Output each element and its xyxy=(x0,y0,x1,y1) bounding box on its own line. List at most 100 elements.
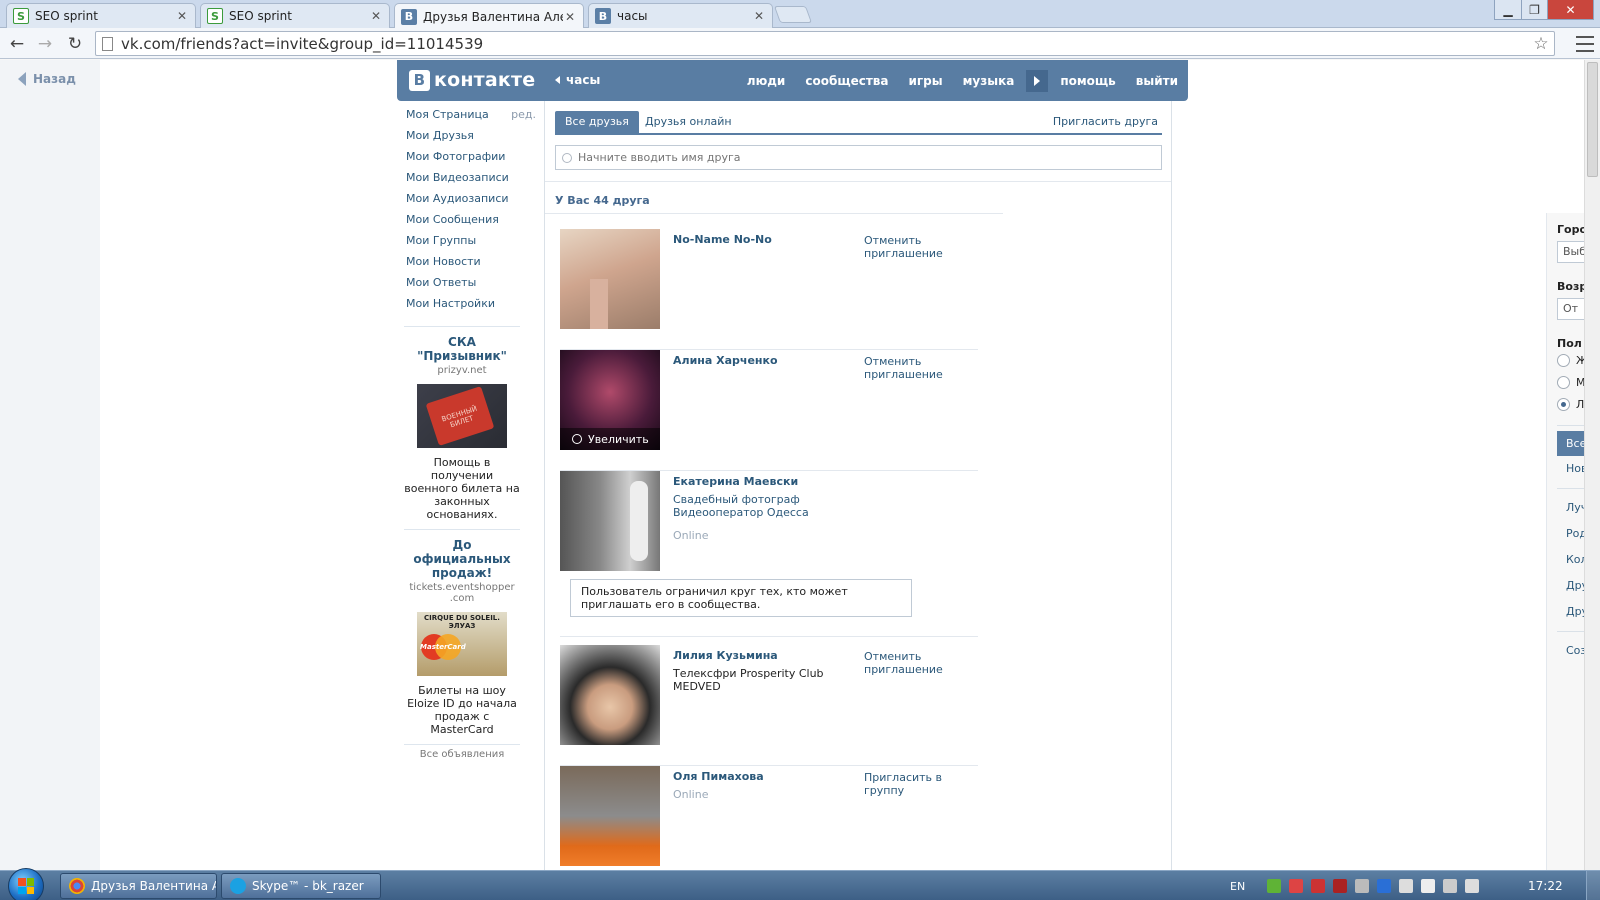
reload-icon[interactable]: ↻ xyxy=(63,32,87,56)
menu-item-my-settings[interactable]: Мои Настройки xyxy=(406,295,536,316)
window-close-button[interactable]: ✕ xyxy=(1547,0,1594,20)
ad-title[interactable]: СКА "Призывник" xyxy=(404,335,520,363)
page-scrollbar[interactable] xyxy=(1584,60,1600,870)
friend-search-input[interactable] xyxy=(578,151,1161,164)
list-all-friends[interactable]: Все друзья xyxy=(1557,431,1584,456)
bluetooth-icon[interactable] xyxy=(1377,879,1392,893)
minimize-button[interactable]: ▁ xyxy=(1494,0,1522,20)
network-warning-icon[interactable] xyxy=(1289,879,1304,893)
taskbar-skype[interactable]: Skype™ - bk_razer xyxy=(221,873,381,899)
power-icon[interactable] xyxy=(1421,879,1436,893)
list-school-friends[interactable]: Друзья по школе xyxy=(1557,599,1584,624)
ad-block-prizyv[interactable]: СКА "Призывник" prizyv.net ВОЕННЫЙ БИЛЕТ… xyxy=(404,326,520,521)
ad-image-cirque[interactable]: CIRQUE DU SOLEIL. ЭЛУАЗ MasterCard xyxy=(417,612,507,676)
browser-tab-vk-chasy[interactable]: B часы ✕ xyxy=(588,3,773,28)
friend-name[interactable]: Оля Пимахова xyxy=(673,770,764,783)
url-input[interactable] xyxy=(121,34,1528,53)
list-best-friends[interactable]: Лучшие друзья xyxy=(1557,495,1584,520)
browser-menu-icon[interactable] xyxy=(1576,34,1594,54)
volume-icon[interactable] xyxy=(1465,879,1480,893)
menu-item-my-videos[interactable]: Мои Видеозаписи xyxy=(406,169,536,190)
restore-button[interactable]: ❐ xyxy=(1521,0,1548,20)
friend-name[interactable]: Лилия Кузьмина xyxy=(673,649,778,662)
cancel-invite-link[interactable]: Отменить приглашение xyxy=(864,234,984,260)
tab-all-friends[interactable]: Все друзья xyxy=(555,111,639,133)
close-icon[interactable]: ✕ xyxy=(563,10,577,24)
zoom-button[interactable]: Увеличить xyxy=(560,428,660,450)
nav-help[interactable]: помощь xyxy=(1050,74,1125,88)
browser-tab-seo-sprint-2[interactable]: S SEO sprint ✕ xyxy=(200,3,390,28)
cancel-invite-link[interactable]: Отменить приглашение xyxy=(864,355,984,381)
forward-arrow-icon[interactable]: → xyxy=(33,32,57,56)
bookmark-star-icon[interactable]: ☆ xyxy=(1528,34,1554,54)
browser-tab-vk-friends[interactable]: B Друзья Валентина Алекс ✕ xyxy=(394,3,584,29)
nav-communities[interactable]: сообщества xyxy=(795,74,898,88)
menu-item-my-groups[interactable]: Мои Группы xyxy=(406,232,536,253)
menu-item-my-photos[interactable]: Мои Фотографии xyxy=(406,148,536,169)
vk-logo[interactable]: В контакте xyxy=(409,69,535,91)
menu-item-my-page[interactable]: Моя Страница ред. xyxy=(406,106,536,127)
close-icon[interactable]: ✕ xyxy=(369,9,383,23)
create-list-link[interactable]: Создать список xyxy=(1557,638,1584,663)
invite-friend-link[interactable]: Пригласить друга xyxy=(1053,111,1158,133)
age-from-select[interactable]: От xyxy=(1557,298,1584,320)
city-select[interactable]: Выбор города xyxy=(1557,241,1584,263)
language-indicator[interactable]: EN xyxy=(1230,880,1245,893)
invite-to-group-link[interactable]: Пригласить в группу xyxy=(864,771,984,797)
menu-item-my-audio[interactable]: Мои Аудиозаписи xyxy=(406,190,536,211)
scrollbar-thumb[interactable] xyxy=(1587,62,1598,177)
nav-games[interactable]: игры xyxy=(899,74,953,88)
menu-item-my-answers[interactable]: Мои Ответы xyxy=(406,274,536,295)
radio-any[interactable]: Любой xyxy=(1557,398,1584,411)
friend-avatar[interactable] xyxy=(560,645,660,745)
vk-breadcrumb[interactable]: часы xyxy=(555,73,600,87)
friend-avatar[interactable]: Увеличить xyxy=(560,350,660,450)
friend-name[interactable]: Екатерина Маевски xyxy=(673,475,798,488)
close-icon[interactable]: ✕ xyxy=(752,9,766,23)
zoom-icon xyxy=(572,434,582,444)
ad-block-eventshopper[interactable]: До официальных продаж! tickets.eventshop… xyxy=(404,529,520,736)
ad-image-military-ticket[interactable]: ВОЕННЫЙ БИЛЕТ xyxy=(417,384,507,448)
monitor-icon[interactable] xyxy=(1333,879,1348,893)
music-play-icon[interactable] xyxy=(1026,70,1049,92)
clock[interactable]: 17:22 xyxy=(1528,879,1563,893)
list-colleagues[interactable]: Коллеги xyxy=(1557,547,1584,572)
radio-female[interactable]: Женский xyxy=(1557,354,1584,367)
list-university-friends[interactable]: Друзья по вузу xyxy=(1557,573,1584,598)
app-icon[interactable] xyxy=(1311,879,1326,893)
friend-avatar[interactable] xyxy=(560,766,660,866)
back-link[interactable]: Назад xyxy=(18,72,76,86)
speaker-icon[interactable] xyxy=(1355,879,1370,893)
list-relatives[interactable]: Родственники xyxy=(1557,521,1584,546)
menu-item-my-messages[interactable]: Мои Сообщения xyxy=(406,211,536,232)
list-new-friends[interactable]: Новые друзья xyxy=(1557,456,1584,481)
menu-item-my-news[interactable]: Мои Новости xyxy=(406,253,536,274)
tab-friends-online[interactable]: Друзья онлайн xyxy=(635,111,742,133)
cancel-invite-link[interactable]: Отменить приглашение xyxy=(864,650,984,676)
edit-link[interactable]: ред. xyxy=(511,106,536,127)
security-icon[interactable] xyxy=(1267,879,1282,893)
back-arrow-icon[interactable]: ← xyxy=(5,32,29,56)
friend-name[interactable]: No-Name No-No xyxy=(673,233,772,246)
ad-title[interactable]: До официальных продаж! xyxy=(404,538,520,580)
radio-male[interactable]: Мужской xyxy=(1557,376,1584,389)
back-link-label: Назад xyxy=(33,72,76,86)
start-button[interactable] xyxy=(8,868,44,900)
address-bar[interactable]: ☆ xyxy=(95,31,1555,56)
taskbar-chrome[interactable]: Друзья Валентина А... xyxy=(60,873,217,899)
signal-icon[interactable] xyxy=(1443,879,1458,893)
nav-people[interactable]: люди xyxy=(737,74,796,88)
close-icon[interactable]: ✕ xyxy=(175,9,189,23)
nav-logout[interactable]: выйти xyxy=(1126,74,1188,88)
friend-name[interactable]: Алина Харченко xyxy=(673,354,778,367)
friend-avatar[interactable] xyxy=(560,471,660,571)
browser-tab-seo-sprint-1[interactable]: S SEO sprint ✕ xyxy=(6,3,196,28)
new-tab-button[interactable] xyxy=(773,6,813,23)
friend-search-box[interactable] xyxy=(555,145,1162,170)
show-desktop-button[interactable] xyxy=(1586,871,1600,900)
friend-avatar[interactable] xyxy=(560,229,660,329)
menu-item-my-friends[interactable]: Мои Друзья xyxy=(406,127,536,148)
nav-music[interactable]: музыка xyxy=(953,74,1025,88)
all-ads-link[interactable]: Все объявления xyxy=(404,744,520,760)
usb-icon[interactable] xyxy=(1399,879,1414,893)
